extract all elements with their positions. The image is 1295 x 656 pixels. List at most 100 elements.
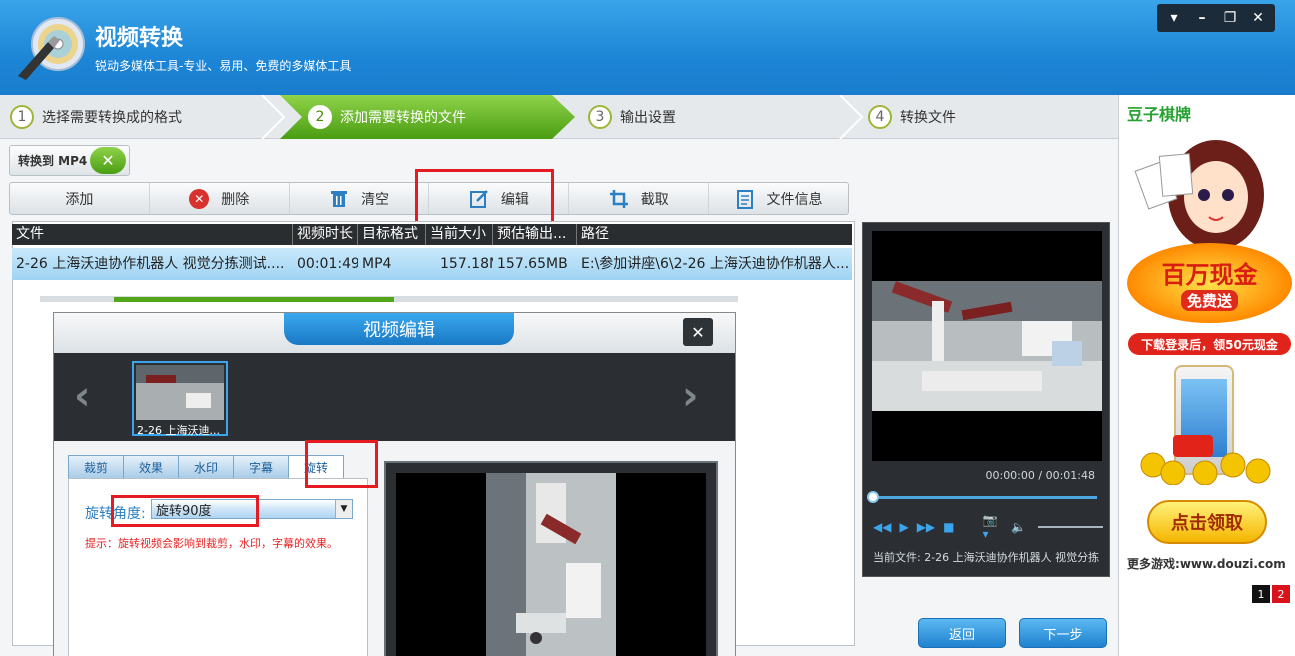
step-label: 选择需要转换成的格式 (42, 110, 182, 126)
thumbnail-caption: 2-26 上海沃迪... (137, 424, 220, 437)
trash-icon (331, 190, 348, 207)
step-number: 4 (868, 105, 892, 129)
file-table: 文件 视频时长 目标格式 当前大小 预估输出... 路径 2-26 上海沃迪协作… (12, 224, 852, 280)
preview-panel: 00:00:00 / 00:01:48 ◀◀ ▶ ▶▶ ■ 📷▾ 🔈 当前文件:… (862, 222, 1110, 577)
video-thumbnail[interactable]: 2-26 上海沃迪... (132, 361, 228, 437)
ad-more-games[interactable]: 更多游戏:www.douzi.com (1127, 555, 1286, 572)
ad-page-1[interactable]: 1 (1252, 585, 1270, 603)
file-info-label: 文件信息 (766, 191, 823, 208)
seek-bar[interactable] (871, 496, 1097, 499)
cell-est-size: 157.65MB (497, 256, 568, 272)
play-icon[interactable]: ▶ (899, 520, 908, 534)
ad-banner: 百万现金 免费送 (1127, 243, 1292, 323)
column-header[interactable]: 目标格式 (358, 224, 426, 245)
step-2[interactable]: 2 添加需要转换的文件 (308, 95, 466, 139)
next-arrow-icon[interactable]: › (682, 373, 698, 419)
column-header[interactable]: 路径 (577, 224, 852, 245)
ad-panel[interactable]: 豆子棋牌 百万现金 免费送 下载登录后，领50元现金 点击领取 更多游戏:www… (1118, 95, 1295, 656)
title-bar: 视频转换 锐动多媒体工具-专业、易用、免费的多媒体工具 ▾ – ❐ ✕ (0, 0, 1295, 95)
edit-tabs: 裁剪 效果 水印 字幕 旋转 (68, 455, 344, 479)
rotate-preview (384, 461, 718, 656)
volume-slider[interactable] (1038, 526, 1103, 528)
background-progress (114, 297, 394, 302)
cell-duration: 00:01:49 (297, 256, 358, 272)
crop-button[interactable]: 截取 (569, 183, 710, 214)
tab-subtitle[interactable]: 字幕 (233, 455, 289, 479)
step-bar: 1 选择需要转换成的格式 2 添加需要转换的文件 3 输出设置 4 转换文件 (0, 95, 1118, 139)
gold-coins-image (1140, 435, 1271, 485)
app-title: 视频转换 (95, 26, 184, 51)
minimize-icon[interactable]: – (1189, 7, 1215, 29)
ad-more-url: www.douzi.com (1179, 557, 1286, 571)
column-header[interactable]: 预估输出... (493, 224, 577, 245)
menu-dropdown-icon[interactable]: ▾ (1161, 7, 1187, 29)
crop-icon (609, 189, 628, 208)
tools-icon: ✕ (90, 147, 126, 174)
convert-to-mp4-button[interactable]: 转换到 MP4 ✕ (9, 145, 130, 176)
file-info-button[interactable]: 文件信息 (709, 183, 848, 214)
document-icon (736, 189, 753, 209)
step-3[interactable]: 3 输出设置 (588, 95, 676, 139)
chevron-down-icon[interactable]: ▼ (335, 500, 352, 518)
fast-forward-icon[interactable]: ▶▶ (917, 520, 935, 534)
cell-format: MP4 (362, 256, 392, 272)
back-button[interactable]: 返回 (918, 618, 1006, 648)
tab-watermark[interactable]: 水印 (178, 455, 234, 479)
rotate-select-highlight-box (111, 495, 259, 527)
clear-button[interactable]: 清空 (290, 183, 430, 214)
table-row[interactable]: 2-26 上海沃迪协作机器人 视觉分拣测试.... 00:01:49 MP4 1… (12, 248, 852, 280)
tab-effects[interactable]: 效果 (123, 455, 179, 479)
seek-handle[interactable] (867, 491, 879, 503)
step-1[interactable]: 1 选择需要转换成的格式 (10, 95, 182, 139)
crop-label: 截取 (640, 191, 669, 208)
rotated-video-frame (486, 473, 616, 656)
delete-label: 删除 (221, 191, 250, 208)
current-file-label: 当前文件: 2-26 上海沃迪协作机器人 视觉分拣 (873, 551, 1100, 564)
add-button[interactable]: 添加 (10, 183, 150, 214)
playback-time: 00:00:00 / 00:01:48 (985, 469, 1095, 482)
stop-icon[interactable]: ■ (943, 520, 954, 534)
column-header[interactable]: 视频时长 (293, 224, 358, 245)
volume-icon[interactable]: 🔈 (1011, 520, 1026, 534)
ad-red-strip: 下载登录后，领50元现金 (1128, 333, 1291, 355)
app-logo-icon (18, 17, 85, 80)
ad-banner-sub: 免费送 (1180, 290, 1238, 311)
ad-brand: 豆子棋牌 (1127, 105, 1192, 124)
next-button[interactable]: 下一步 (1019, 618, 1107, 648)
cell-size: 157.18MB (440, 256, 493, 272)
step-4[interactable]: 4 转换文件 (868, 95, 956, 139)
delete-icon: ✕ (189, 188, 210, 209)
cell-path: E:\参加讲座\6\2-26 上海沃迪协作机器人... (581, 256, 850, 272)
table-header: 文件 视频时长 目标格式 当前大小 预估输出... 路径 (12, 224, 852, 245)
tab-crop[interactable]: 裁剪 (68, 455, 124, 479)
rotate-tab-highlight-box (305, 440, 378, 488)
dialog-title: 视频编辑 (284, 313, 514, 345)
app-subtitle: 锐动多媒体工具-专业、易用、免费的多媒体工具 (95, 59, 352, 73)
ad-more-label: 更多游戏: (1127, 557, 1180, 571)
video-edit-dialog: 视频编辑 ✕ ‹ › 2-26 上海沃迪... 裁剪 效果 水印 字幕 旋转 旋… (53, 312, 736, 656)
step-divider (261, 95, 286, 139)
edit-highlight-box (415, 169, 554, 224)
close-icon[interactable]: ✕ (1245, 7, 1271, 29)
column-header[interactable]: 文件 (12, 224, 293, 245)
ad-pager: 1 2 (1252, 585, 1290, 603)
delete-button[interactable]: ✕ 删除 (150, 183, 290, 214)
dialog-close-button[interactable]: ✕ (683, 318, 713, 346)
ad-page-2[interactable]: 2 (1272, 585, 1290, 603)
step-number: 2 (308, 105, 332, 129)
video-frame-image (872, 281, 1102, 411)
ad-claim-button[interactable]: 点击领取 (1147, 500, 1267, 544)
step-number: 1 (10, 105, 34, 129)
camera-icon[interactable]: 📷▾ (983, 513, 1004, 541)
maximize-icon[interactable]: ❐ (1217, 7, 1243, 29)
column-header[interactable]: 当前大小 (426, 224, 493, 245)
thumbnail-image (136, 365, 224, 420)
rewind-icon[interactable]: ◀◀ (873, 520, 891, 534)
step-label: 转换文件 (900, 110, 956, 126)
video-preview[interactable] (872, 231, 1102, 461)
window-controls: ▾ – ❐ ✕ (1157, 4, 1275, 32)
playback-controls: ◀◀ ▶ ▶▶ ■ 📷▾ 🔈 (873, 513, 1103, 541)
convert-label: 转换到 MP4 (18, 154, 88, 168)
prev-arrow-icon[interactable]: ‹ (74, 373, 90, 419)
ad-banner-main: 百万现金 (1161, 261, 1258, 289)
